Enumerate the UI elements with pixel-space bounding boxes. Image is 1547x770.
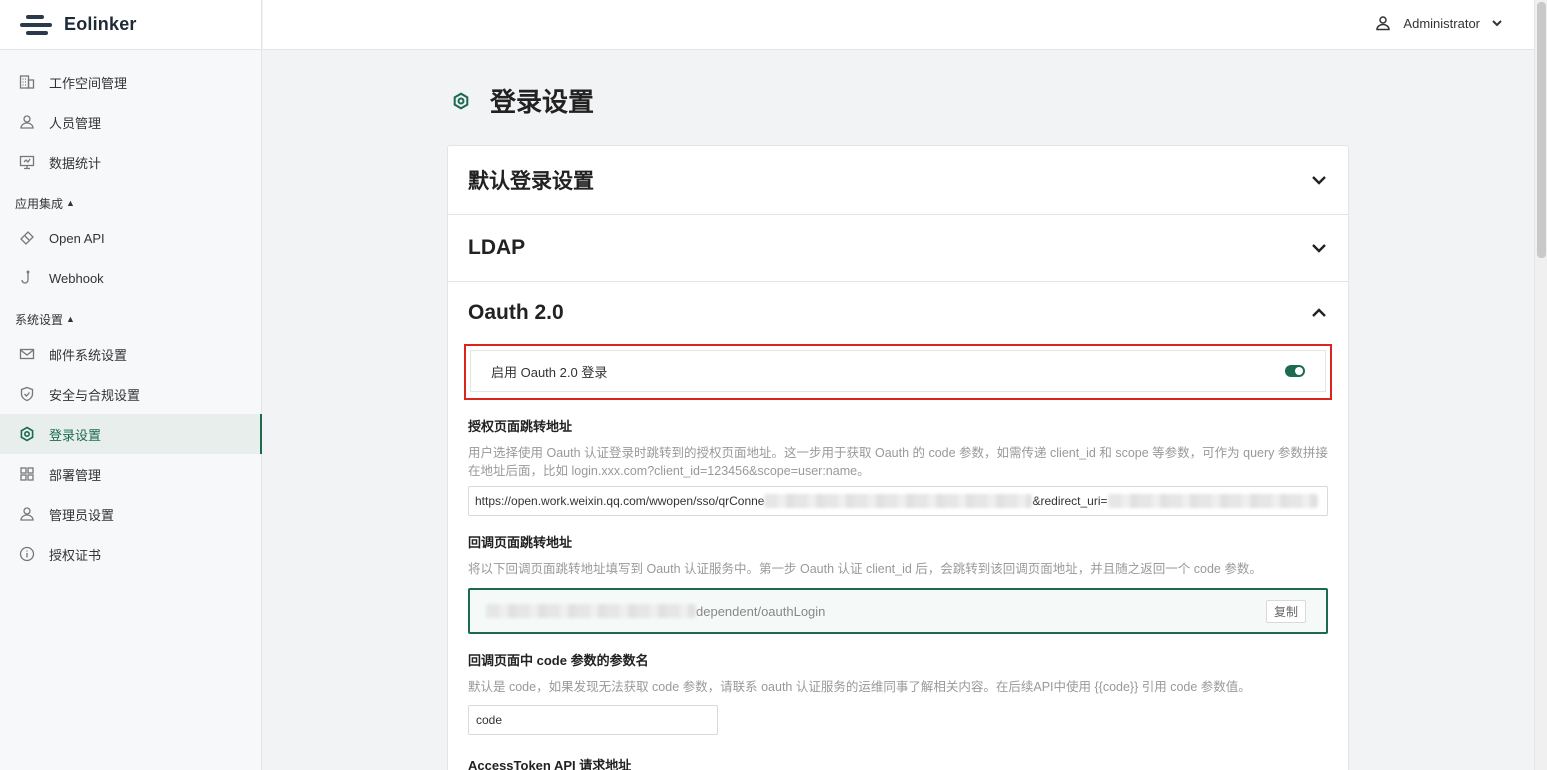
auth-url-label: 授权页面跳转地址 [468,419,573,434]
chevron-down-icon [1310,239,1328,257]
caret-up-icon: ▲ [66,198,75,208]
oauth-enable-toggle[interactable] [1285,365,1305,377]
sidebar-item-label: 登录设置 [49,427,102,443]
section-ldap[interactable]: LDAP [448,215,1348,282]
sidebar-item-mail[interactable]: 邮件系统设置 [0,334,261,374]
section-title: LDAP [468,236,526,259]
sidebar-item-label: Open API [49,230,105,246]
chevron-up-icon [1310,304,1328,322]
oauth-enable-label: 启用 Oauth 2.0 登录 [491,364,608,380]
access-token-url-label: AccessToken API 请求地址 [468,758,632,770]
brand-name: Eolinker [64,14,137,34]
section-title: 默认登录设置 [468,170,594,193]
shield-icon [18,385,36,403]
sidebar: Eolinker 工作空间管理 人员管理 数据统计 应用集成 ▲ Open AP… [0,0,262,770]
sidebar-item-webhook[interactable]: Webhook [0,258,261,298]
sidebar-item-label: 数据统计 [49,155,102,171]
mail-icon [18,345,36,363]
scrollbar[interactable] [1534,0,1547,770]
section-title: Oauth 2.0 [468,301,564,324]
sidebar-item-security[interactable]: 安全与合规设置 [0,374,261,414]
sidebar-item-workspace[interactable]: 工作空间管理 [0,62,261,102]
redacted-block [486,604,696,618]
callback-desc: 将以下回调页面跳转地址填写到 Oauth 认证服务中。第一步 Oauth 认证 … [468,562,1262,576]
logo[interactable]: Eolinker [0,0,261,50]
sidebar-item-label: 邮件系统设置 [49,347,128,363]
monitor-icon [18,153,36,171]
redacted-block [1107,494,1318,508]
auth-url-desc: 用户选择使用 Oauth 认证登录时跳转到的授权页面地址。这一步用于获取 Oau… [468,446,1328,478]
chevron-down-icon [1310,171,1328,189]
section-oauth[interactable]: Oauth 2.0 [448,282,1348,344]
gear-icon [452,92,470,110]
sidebar-item-label: 部署管理 [49,467,102,483]
sidebar-item-login-settings[interactable]: 登录设置 [0,414,262,454]
user-name: Administrator [1403,15,1480,31]
settings-card: 默认登录设置 LDAP Oauth 2.0 启用 Oauth 2.0 登录 授权… [447,145,1349,770]
sidebar-item-label: 授权证书 [49,547,102,563]
oauth-enable-row: 启用 Oauth 2.0 登录 [470,350,1326,392]
highlight-box: 启用 Oauth 2.0 登录 [464,344,1332,400]
callback-label: 回调页面跳转地址 [468,535,573,550]
auth-url-mid: &redirect_uri= [1032,494,1108,508]
page-header: 登录设置 [452,82,594,119]
auth-url-prefix: https://open.work.weixin.qq.com/wwopen/s… [475,494,765,508]
sidebar-item-members[interactable]: 人员管理 [0,102,261,142]
callback-url-box: dependent/oauthLogin 复制 [468,588,1328,634]
building-icon [18,73,36,91]
code-param-desc: 默认是 code，如果发现无法获取 code 参数，请联系 oauth 认证服务… [468,680,1251,694]
sidebar-item-label: 工作空间管理 [49,75,128,91]
scrollbar-thumb[interactable] [1537,2,1546,258]
code-param-input[interactable]: code [468,705,718,735]
nav-group-system[interactable]: 系统设置 ▲ [0,304,261,334]
page-title: 登录设置 [490,87,595,117]
redacted-block [764,494,1033,508]
oauth-body: 启用 Oauth 2.0 登录 授权页面跳转地址 用户选择使用 Oauth 认证… [448,344,1348,770]
sidebar-item-admins[interactable]: 管理员设置 [0,494,261,534]
user-icon [18,505,36,523]
sidebar-item-label: 人员管理 [49,115,102,131]
sidebar-item-stats[interactable]: 数据统计 [0,142,261,182]
hook-icon [18,269,36,287]
section-default-login[interactable]: 默认登录设置 [448,146,1348,215]
gear-icon [18,425,36,443]
nav-group-apps[interactable]: 应用集成 ▲ [0,188,261,218]
top-bar: Administrator [263,0,1534,50]
sidebar-item-label: 管理员设置 [49,507,115,523]
sidebar-item-license[interactable]: 授权证书 [0,534,261,574]
copy-button[interactable]: 复制 [1265,599,1306,623]
sidebar-item-open-api[interactable]: Open API [0,218,261,258]
code-param-label: 回调页面中 code 参数的参数名 [468,653,649,668]
callback-url-suffix: dependent/oauthLogin [696,603,826,619]
eolinker-logo-icon [20,13,52,37]
user-menu[interactable]: Administrator [1375,15,1504,31]
sidebar-item-deploy[interactable]: 部署管理 [0,454,261,494]
user-icon [18,113,36,131]
grid-icon [18,465,36,483]
info-icon [18,545,36,563]
auth-url-input[interactable]: https://open.work.weixin.qq.com/wwopen/s… [468,486,1328,516]
ticket-icon [18,229,36,247]
sidebar-item-label: 安全与合规设置 [49,387,141,403]
caret-up-icon: ▲ [66,314,75,324]
user-icon [1375,15,1391,31]
sidebar-item-label: Webhook [49,270,104,286]
chevron-down-icon [1490,16,1504,30]
